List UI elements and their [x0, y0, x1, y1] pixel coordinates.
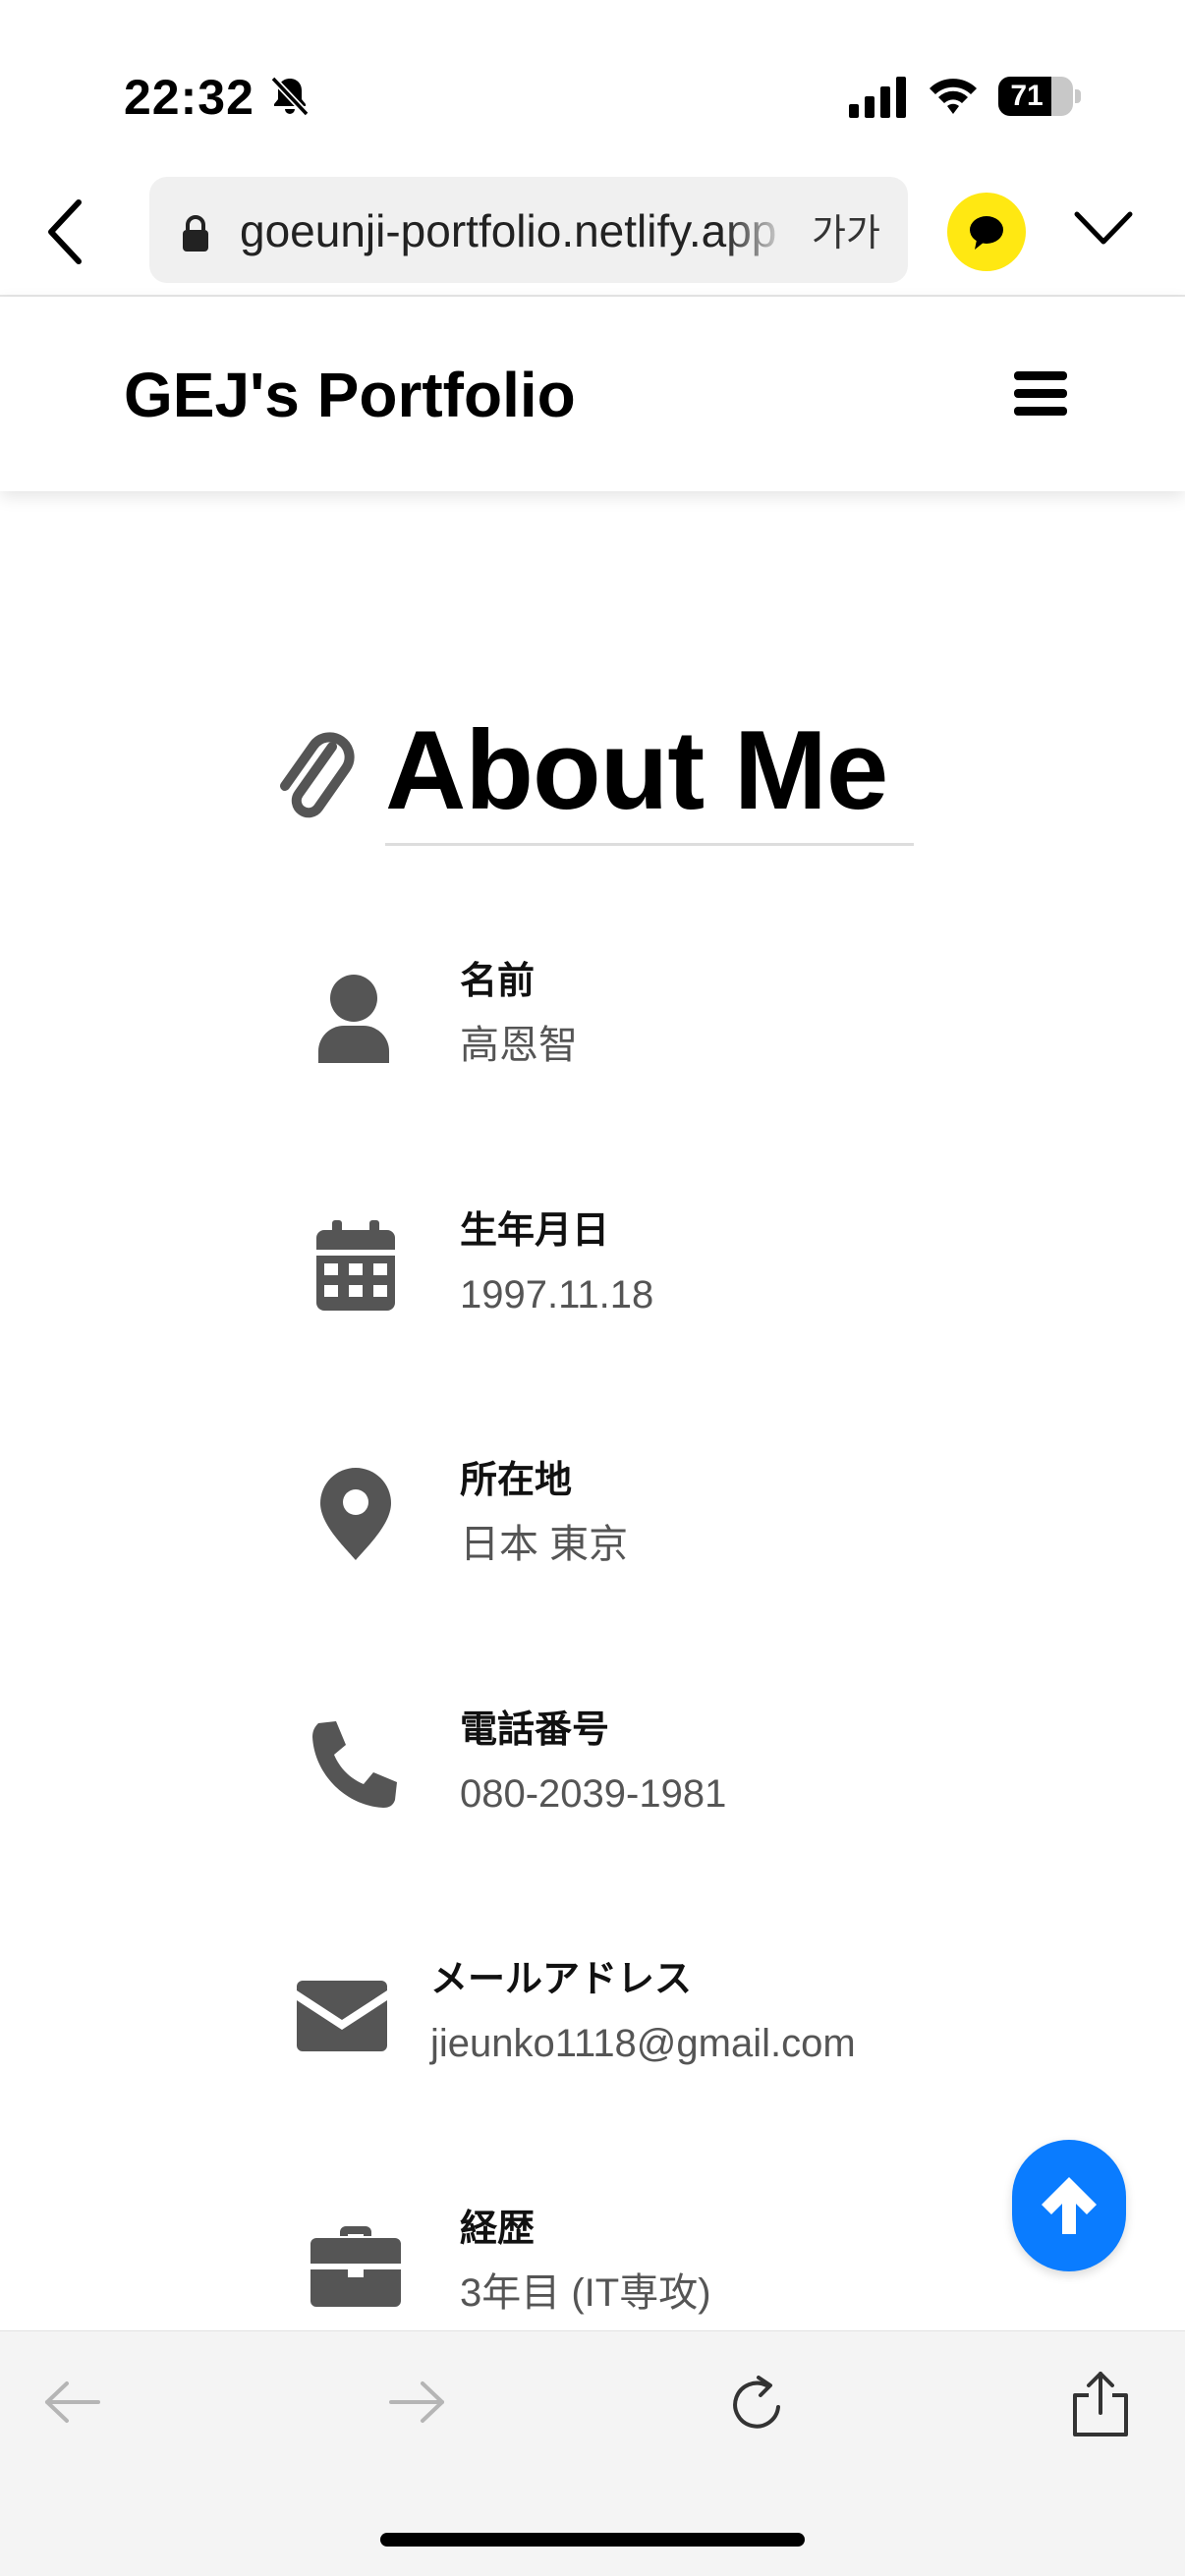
home-indicator[interactable] — [380, 2533, 805, 2547]
arrow-up-icon — [1042, 2177, 1097, 2234]
info-item-birthdate: 生年月日 1997.11.18 — [310, 1206, 802, 1324]
status-time: 22:32 — [124, 70, 254, 125]
calendar-icon — [316, 1220, 395, 1311]
info-label: メールアドレス — [430, 1959, 693, 2000]
info-label: 電話番号 — [460, 1709, 610, 1751]
wifi-icon — [930, 79, 977, 114]
info-label: 名前 — [460, 961, 536, 1002]
chevron-down-icon[interactable] — [1073, 208, 1134, 248]
info-value: 日本 東京 — [460, 1523, 629, 1566]
info-item-name: 名前 高恩智 — [310, 957, 802, 1075]
info-label: 経歴 — [460, 2209, 536, 2250]
lock-icon — [183, 215, 208, 252]
user-icon — [314, 973, 393, 1063]
info-label: 生年月日 — [460, 1210, 610, 1252]
status-bar: 22:32 71 — [0, 0, 1185, 177]
site-title[interactable]: GEJ's Portfolio — [124, 356, 576, 434]
bell-off-icon — [270, 76, 310, 117]
browser-back-chevron-icon[interactable] — [43, 196, 88, 267]
info-item-email: メールアドレス jieunko1118@gmail.com — [295, 1955, 904, 2073]
about-heading: About Me — [275, 707, 924, 846]
site-header: GEJ's Portfolio — [0, 297, 1185, 491]
briefcase-icon — [310, 2226, 401, 2307]
scroll-to-top-button[interactable] — [1012, 2140, 1126, 2271]
reload-icon[interactable] — [729, 2374, 788, 2435]
back-arrow-icon[interactable] — [43, 2380, 102, 2425]
info-value[interactable]: jieunko1118@gmail.com — [430, 2018, 856, 2069]
share-icon[interactable] — [1071, 2370, 1130, 2438]
url-text[interactable]: goeunji-portfolio.netlify.app — [240, 201, 790, 260]
info-value: 1997.11.18 — [460, 1273, 654, 1316]
cellular-signal-icon — [849, 77, 906, 118]
heading-underline — [385, 843, 914, 846]
info-item-phone: 電話番号 080-2039-1981 — [310, 1706, 802, 1823]
hamburger-menu-icon[interactable] — [1014, 371, 1067, 417]
info-value: 3年目 (IT専攻) — [460, 2271, 711, 2315]
info-value[interactable]: 080-2039-1981 — [460, 1768, 726, 1820]
chat-bubble-icon — [970, 216, 1003, 250]
map-marker-icon — [320, 1468, 391, 1560]
battery-icon: 71 — [998, 77, 1081, 116]
info-item-location: 所在地 日本 東京 — [310, 1456, 802, 1574]
phone-icon[interactable] — [310, 1719, 401, 1810]
info-item-career: 経歴 3年目 (IT専攻) — [310, 2205, 802, 2323]
forward-arrow-icon[interactable] — [387, 2380, 446, 2425]
info-label: 所在地 — [460, 1460, 573, 1501]
text-size-button[interactable]: 가가 — [812, 204, 880, 263]
kakao-talk-button[interactable] — [947, 193, 1026, 271]
battery-level: 71 — [1010, 80, 1044, 112]
envelope-icon[interactable] — [297, 1981, 387, 2051]
page-title: About Me — [385, 708, 888, 833]
paperclip-icon — [280, 732, 355, 818]
info-value: 高恩智 — [460, 1024, 578, 1067]
